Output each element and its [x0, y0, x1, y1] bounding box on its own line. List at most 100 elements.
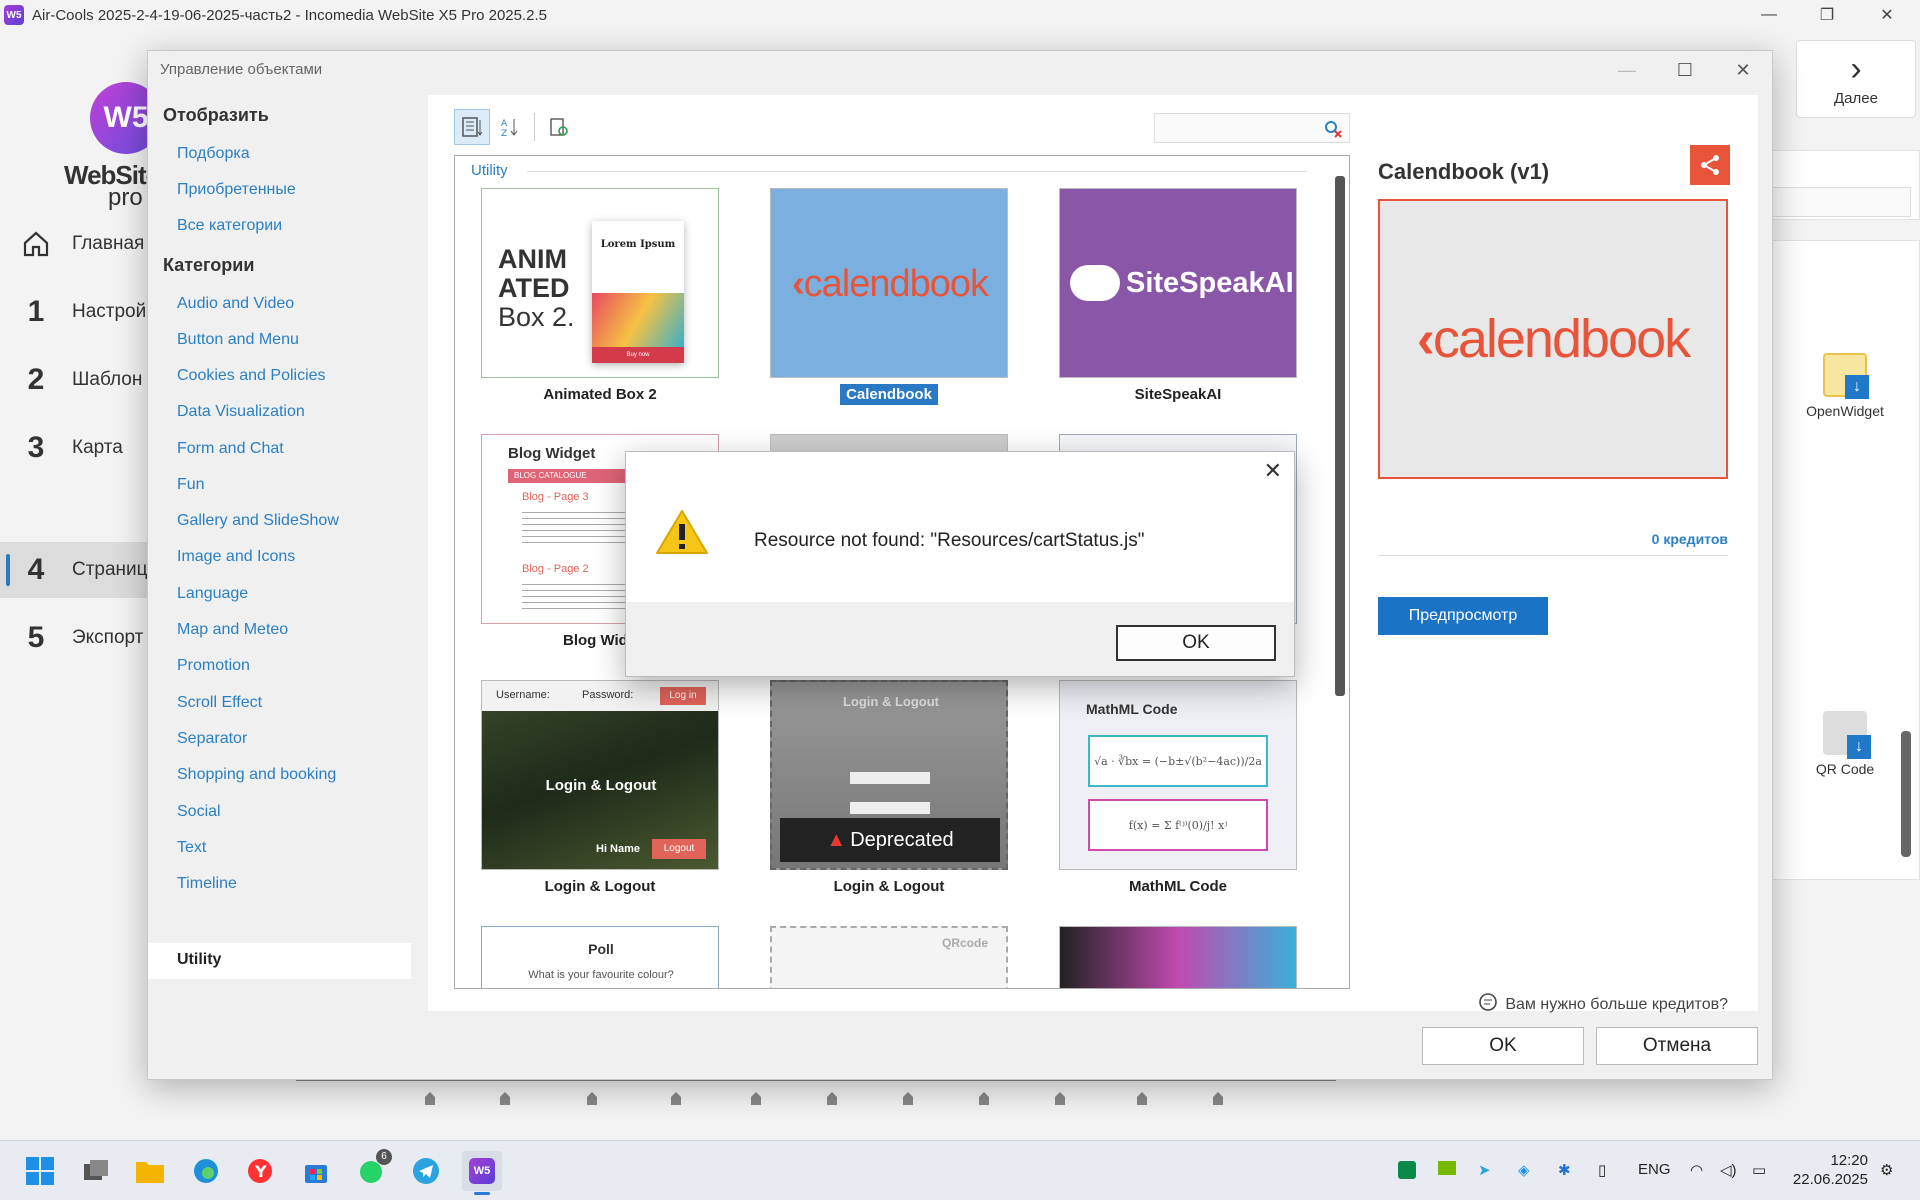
task-view-button[interactable]: [76, 1151, 116, 1191]
category-link[interactable]: Shopping and booking: [177, 766, 336, 784]
category-link[interactable]: Button and Menu: [177, 331, 299, 349]
share-button[interactable]: [1690, 145, 1730, 185]
right-search-input[interactable]: [1771, 187, 1911, 217]
step-3[interactable]: 3 Карта: [0, 420, 160, 476]
category-link[interactable]: Separator: [177, 730, 247, 748]
tile-qr-generator[interactable]: [1059, 926, 1297, 988]
category-link[interactable]: Gallery and SlideShow: [177, 512, 339, 530]
ruler-marker[interactable]: [670, 1092, 682, 1106]
app-titlebar: W5 Air-Cools 2025-2-4-19-06-2025-часть2 …: [0, 0, 1920, 30]
next-button[interactable]: › Далее: [1796, 40, 1916, 118]
step-5[interactable]: 5 Экспорт: [0, 610, 160, 666]
ruler-marker[interactable]: [978, 1092, 990, 1106]
telegram-tray-icon[interactable]: ➤: [1478, 1161, 1491, 1179]
nvidia-tray-icon[interactable]: [1438, 1161, 1456, 1179]
alert-close-button[interactable]: ✕: [1264, 458, 1282, 484]
language-indicator[interactable]: ENG: [1638, 1161, 1671, 1178]
tile-animated-box-2[interactable]: ANIM ATED Box 2. Lorem Ipsum Buy now Anima…: [481, 188, 719, 406]
category-link[interactable]: Language: [177, 585, 248, 603]
battery-tray-icon[interactable]: ▯: [1598, 1161, 1606, 1179]
dialog-maximize-button[interactable]: ☐: [1656, 55, 1714, 85]
dialog-cancel-button[interactable]: Отмена: [1596, 1027, 1758, 1065]
category-link[interactable]: Timeline: [177, 875, 237, 893]
ruler-marker[interactable]: [1136, 1092, 1148, 1106]
search-clear-icon[interactable]: [1323, 119, 1343, 144]
dialog-ok-button[interactable]: OK: [1422, 1027, 1584, 1065]
preview-button[interactable]: Предпросмотр: [1378, 597, 1548, 635]
calendbook-mark-icon: ‹: [791, 263, 805, 305]
restore-button[interactable]: ❐: [1798, 0, 1856, 30]
ruler-marker[interactable]: [586, 1092, 598, 1106]
list-view-button[interactable]: [454, 109, 490, 145]
taskbar: Y 6 W5 ➤ ◈ ✱ ▯ ENG ◠ ◁) ▭ 12:20 22.06.20…: [0, 1140, 1920, 1200]
category-link[interactable]: Data Visualization: [177, 403, 305, 421]
nav-link-all[interactable]: Все категории: [177, 217, 282, 235]
sort-az-button[interactable]: AZ: [492, 109, 528, 145]
nav-link-selection[interactable]: Подборка: [177, 145, 250, 163]
tile-login-logout[interactable]: Username: Password: Log in Login & Logou…: [481, 680, 719, 898]
dialog-close-button[interactable]: ✕: [1714, 55, 1772, 85]
sync-tray-icon[interactable]: ◈: [1518, 1161, 1530, 1179]
category-link[interactable]: Cookies and Policies: [177, 367, 326, 385]
qr-code-item[interactable]: ↓ QR Code: [1795, 711, 1895, 777]
minimize-button[interactable]: —: [1740, 0, 1798, 30]
tile-login-logout-deprecated[interactable]: Login & Logout ▲ Deprecated Login & Logou…: [770, 680, 1008, 898]
battery-icon[interactable]: ▭: [1752, 1161, 1766, 1179]
category-link[interactable]: Form and Chat: [177, 440, 284, 458]
close-button[interactable]: ✕: [1858, 0, 1916, 30]
tile-caption: MathML Code: [1128, 878, 1228, 895]
category-link[interactable]: Map and Meteo: [177, 621, 288, 639]
dialog-minimize-button[interactable]: —: [1598, 55, 1656, 85]
step-4[interactable]: 4 Страниц: [0, 542, 160, 598]
step-label: Главная: [72, 233, 145, 254]
ruler-marker[interactable]: [902, 1092, 914, 1106]
tile-poll[interactable]: Poll What is your favourite colour?: [481, 926, 719, 988]
right-scrollbar[interactable]: [1901, 731, 1911, 857]
category-selected-utility[interactable]: Utility: [148, 943, 411, 979]
step-1[interactable]: 1 Настрой: [0, 284, 160, 340]
tile-qrcode[interactable]: QRcode: [770, 926, 1008, 988]
category-link[interactable]: Promotion: [177, 657, 250, 675]
refresh-button[interactable]: [541, 109, 577, 145]
more-credits-link[interactable]: Вам нужно больше кредитов?: [1477, 991, 1728, 1018]
category-link[interactable]: Social: [177, 803, 221, 821]
step-home[interactable]: Главная: [0, 216, 160, 272]
whatsapp-button[interactable]: 6: [352, 1149, 392, 1191]
ruler-marker[interactable]: [750, 1092, 762, 1106]
alert-ok-button[interactable]: OK: [1116, 625, 1276, 661]
ruler-marker[interactable]: [826, 1092, 838, 1106]
step-2[interactable]: 2 Шаблон: [0, 352, 160, 408]
grid-scrollbar[interactable]: [1335, 176, 1345, 696]
show-header: Отобразить: [163, 105, 269, 125]
ruler-marker[interactable]: [424, 1092, 436, 1106]
volume-icon[interactable]: ◁): [1720, 1161, 1737, 1179]
telegram-button[interactable]: [406, 1151, 446, 1191]
tile-sitespeakai[interactable]: SiteSpeakAI SiteSpeakAI: [1059, 188, 1297, 406]
ruler-marker[interactable]: [499, 1092, 511, 1106]
category-link[interactable]: Text: [177, 839, 206, 857]
yandex-browser-button[interactable]: Y: [240, 1151, 280, 1191]
wifi-icon[interactable]: ◠: [1690, 1161, 1703, 1179]
websitex5-taskbar-button[interactable]: W5: [462, 1151, 502, 1195]
ruler-marker[interactable]: [1212, 1092, 1224, 1106]
notifications-icon[interactable]: ⚙: [1880, 1161, 1893, 1179]
tile-calendbook[interactable]: ‹calendbook Calendbook: [770, 188, 1008, 406]
openwidget-item[interactable]: ↓ OpenWidget: [1795, 353, 1895, 419]
ruler-marker[interactable]: [1054, 1092, 1066, 1106]
category-link[interactable]: Scroll Effect: [177, 694, 262, 712]
tile-mathml-code[interactable]: MathML Code √a · ∛bx = (−b±√(b²−4ac))/2a…: [1059, 680, 1297, 898]
category-link[interactable]: Fun: [177, 476, 205, 494]
kaspersky-tray-icon[interactable]: [1398, 1161, 1416, 1183]
sort-az-icon: AZ: [501, 119, 518, 138]
file-explorer-button[interactable]: [130, 1151, 170, 1191]
store-button[interactable]: [296, 1151, 336, 1191]
start-button[interactable]: [20, 1151, 60, 1191]
object-search-input[interactable]: [1154, 113, 1350, 143]
tile-caption: Login & Logout: [544, 878, 656, 895]
bluetooth-tray-icon[interactable]: ✱: [1558, 1161, 1571, 1179]
category-link[interactable]: Image and Icons: [177, 548, 295, 566]
nav-link-purchased[interactable]: Приобретенные: [177, 181, 296, 199]
clock[interactable]: 12:20 22.06.2025: [1784, 1151, 1868, 1189]
edge-button[interactable]: [186, 1151, 226, 1191]
category-link[interactable]: Audio and Video: [177, 295, 294, 313]
